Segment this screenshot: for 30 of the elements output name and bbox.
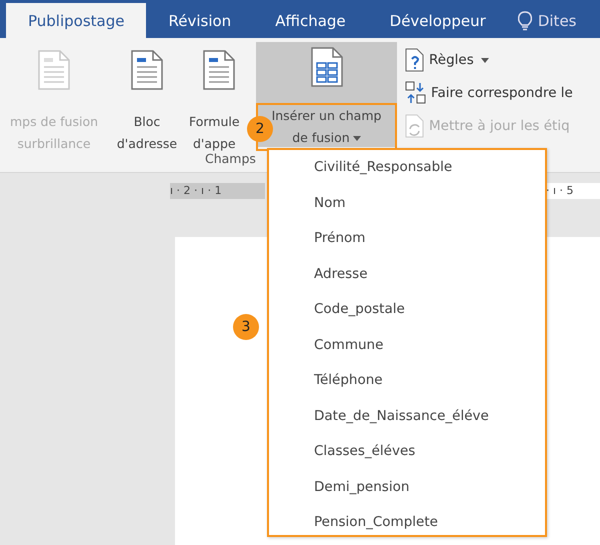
menu-item[interactable]: Classes_éléves: [269, 437, 545, 472]
caret-icon: [352, 136, 361, 142]
ribbon-tab[interactable]: Révision: [146, 3, 254, 38]
ribbon-small-button[interactable]: Faire correspondre le: [405, 81, 573, 105]
ribbon-small-button[interactable]: Règles: [405, 48, 573, 72]
ruler-marks: ı · 2 · ı · 1: [170, 183, 265, 199]
document-icon: [38, 50, 70, 90]
menu-item[interactable]: Nom: [269, 188, 545, 224]
menu-item[interactable]: Civilité_Responsable: [269, 153, 545, 188]
tell-me-field[interactable]: Dites: [508, 3, 576, 38]
menu-item[interactable]: Téléphone: [269, 366, 545, 402]
document-question-icon: [405, 48, 425, 72]
menu-item[interactable]: Adresse: [269, 260, 545, 295]
ribbon-tab[interactable]: Développeur: [368, 3, 508, 38]
match-arrows-icon: [405, 81, 427, 105]
lightbulb-icon: [518, 10, 532, 30]
ribbon-tab[interactable]: Affichage: [253, 3, 368, 38]
menu-item[interactable]: Date_de_Naissance_éléve: [269, 402, 545, 437]
document-refresh-icon: [405, 114, 425, 138]
table-document-icon: [310, 47, 342, 87]
menu-item[interactable]: Commune: [269, 330, 545, 366]
document-icon: [203, 50, 235, 90]
menu-item[interactable]: Prénom: [269, 224, 545, 260]
ruler-marks: · ı · 5: [546, 183, 600, 199]
ribbon-button[interactable]: Bloc d'adresse: [116, 111, 178, 155]
menu-item[interactable]: Code_postale: [269, 295, 545, 330]
ribbon-tab[interactable]: Publipostage: [6, 3, 146, 38]
menu-item[interactable]: Demi_pension: [269, 472, 545, 508]
document-icon: [131, 50, 163, 90]
menu-item[interactable]: Pension_Complete: [269, 508, 545, 544]
